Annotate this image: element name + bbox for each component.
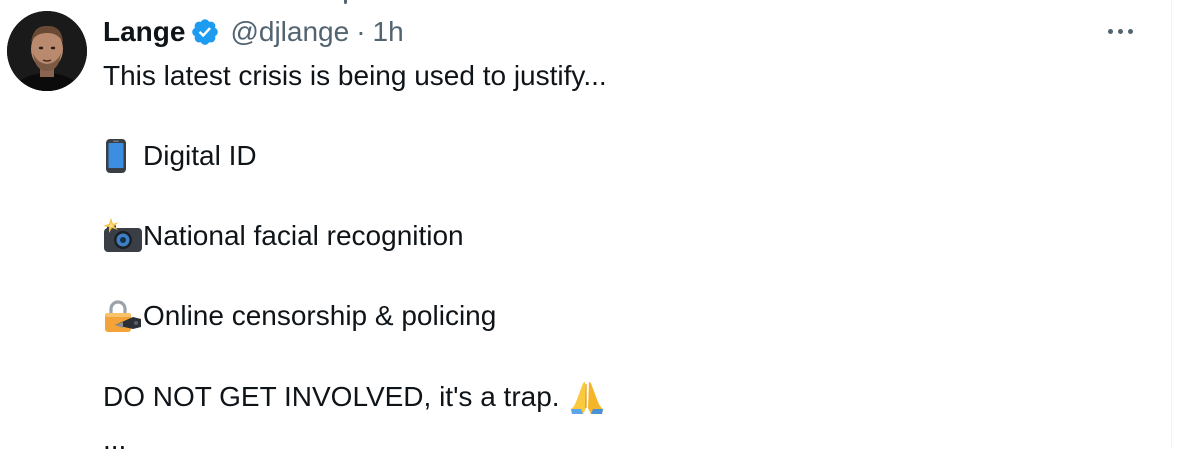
thread-connector-line (344, 0, 347, 4)
display-name[interactable]: Lange (103, 16, 185, 48)
tweet-text: Online censorship & policing (143, 300, 497, 331)
tweet-text: This latest crisis is being used to just… (103, 60, 607, 91)
tweet-text: National facial recognition (143, 220, 464, 251)
avatar-photo (7, 11, 87, 91)
locked-with-pen-icon (103, 298, 143, 334)
tweet-text-ellipsis: ... (103, 424, 127, 455)
tweet-text-line: National facial recognition (103, 218, 464, 254)
tweet-text-line: Digital ID (103, 138, 257, 174)
tweet-text: DO NOT GET INVOLVED, it's a trap. (103, 381, 560, 412)
tweet-text-line: This latest crisis is being used to just… (103, 58, 607, 94)
separator-dot: · (356, 16, 366, 47)
tweet-text-line: ... (103, 422, 126, 458)
avatar[interactable] (7, 11, 87, 91)
verified-badge-icon[interactable] (190, 17, 220, 47)
folded-hands-icon (568, 377, 608, 417)
mobile-phone-icon (103, 138, 143, 174)
camera-with-flash-icon (103, 218, 143, 254)
tweet-text-line: DO NOT GET INVOLVED, it's a trap. (103, 377, 608, 417)
tweet-text: Digital ID (143, 140, 257, 171)
timestamp[interactable]: 1h (373, 16, 404, 48)
tweet-header: Lange @djlange · 1h (103, 13, 404, 51)
user-handle[interactable]: @djlange (230, 16, 349, 48)
more-dot (1117, 28, 1123, 34)
tweet-text-line: Online censorship & policing (103, 298, 496, 334)
more-options-icon[interactable] (1100, 16, 1140, 46)
more-dot (1107, 28, 1113, 34)
more-dot (1127, 28, 1133, 34)
tweet[interactable]: Lange @djlange · 1h This latest crisis i… (0, 0, 1172, 455)
